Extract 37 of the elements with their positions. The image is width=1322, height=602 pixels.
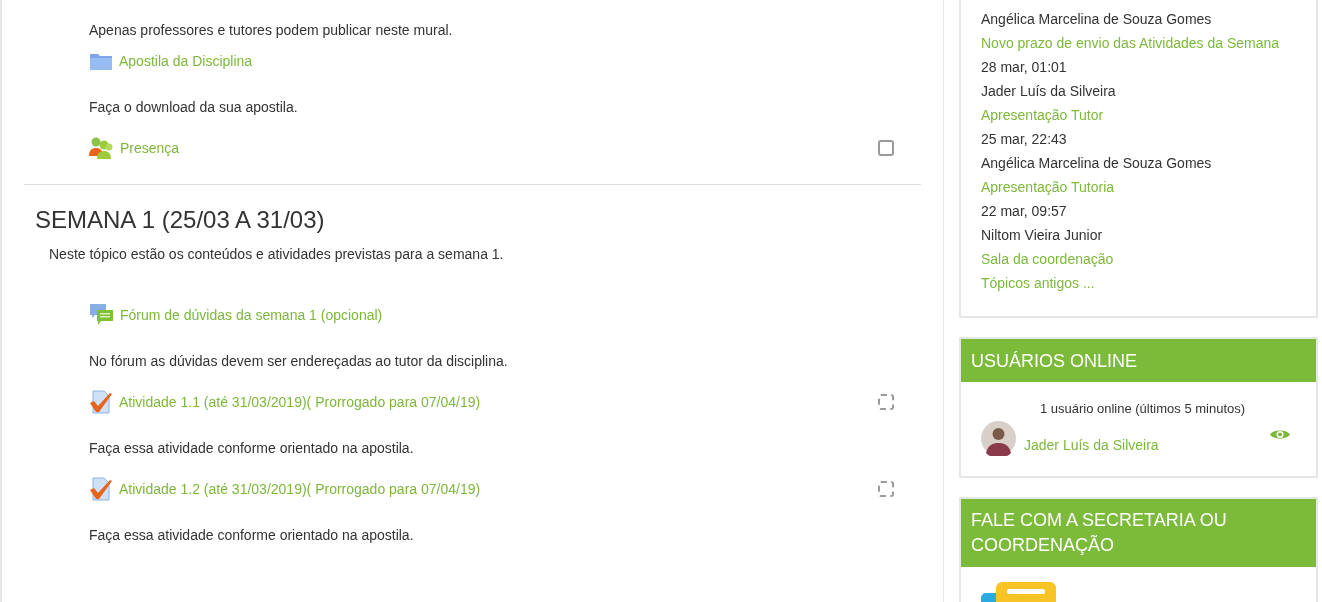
post-link[interactable]: Apresentação Tutor <box>981 103 1104 127</box>
post-author: Jader Luís da Silveira <box>981 82 1116 101</box>
post-author: Angélica Marcelina de Souza Gomes <box>981 10 1212 29</box>
section-summary: Neste tópico estão os conteúdos e atividades previstas para a semana 1. <box>49 245 505 264</box>
activity-link[interactable]: Fórum de dúvidas da semana 1 (opcional) <box>89 303 383 327</box>
post-link[interactable]: Sala da coordenação <box>981 247 1114 271</box>
post-date: 28 mar, 01:01 <box>981 58 1067 77</box>
notice-text: Apenas professores e tutores podem publicar neste mural. <box>89 21 454 40</box>
activity-description: No fórum as dúvidas devem ser endereçadas ao tutor da disciplina. <box>89 352 509 371</box>
activity-link[interactable]: Apostila da Disciplina <box>89 50 253 72</box>
completion-checkbox[interactable] <box>878 140 894 156</box>
activity-description: Faça essa atividade conforme orientado na apostila. <box>89 439 415 458</box>
post-author: Niltom Vieira Junior <box>981 226 1103 245</box>
user-link[interactable]: Jader Luís da Silveira <box>1024 435 1159 456</box>
avatar <box>981 421 1016 456</box>
activity-description: Faça o download da sua apostila. <box>89 98 299 117</box>
chat-bubbles-icon[interactable] <box>981 582 1057 602</box>
post-date: 22 mar, 09:57 <box>981 202 1067 221</box>
block-header: FALE COM A SECRETARIA OU COORDENAÇÃO <box>961 499 1316 567</box>
post-link[interactable]: Apresentação Tutoria <box>981 175 1115 199</box>
eye-icon[interactable] <box>1270 428 1290 441</box>
section-heading: SEMANA 1 (25/03 A 31/03) <box>35 205 326 235</box>
post-link[interactable]: Tópicos antigos ... <box>981 271 1095 295</box>
online-summary: 1 usuário online (últimos 5 minutos) <box>1038 400 1247 418</box>
activity-description: Faça essa atividade conforme orientado na apostila. <box>89 526 415 545</box>
post-date: 25 mar, 22:43 <box>981 130 1067 149</box>
checked-document-icon <box>89 477 113 501</box>
checked-document-icon <box>89 390 113 414</box>
people-icon <box>89 136 114 160</box>
folder-icon <box>89 51 113 71</box>
activity-link[interactable]: Presença <box>89 136 180 160</box>
post-link[interactable]: Novo prazo de envio das Atividades da Semana <box>981 31 1280 55</box>
block-header: USUÁRIOS ONLINE <box>961 339 1316 382</box>
post-author: Angélica Marcelina de Souza Gomes <box>981 154 1212 173</box>
chat-bubbles-icon <box>89 303 114 327</box>
activity-link[interactable]: Atividade 1.1 (até 31/03/2019)( Prorrogado para 07/04/19) <box>89 390 481 414</box>
activity-link[interactable]: Atividade 1.2 (até 31/03/2019)( Prorrogado para 07/04/19) <box>89 477 481 501</box>
